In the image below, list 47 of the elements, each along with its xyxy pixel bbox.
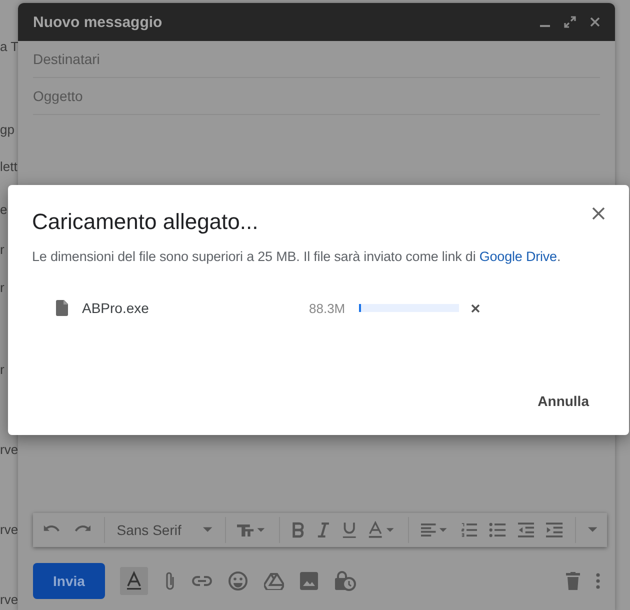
bold-icon[interactable]	[292, 522, 305, 538]
paperclip-icon[interactable]	[164, 571, 176, 591]
more-formatting-icon[interactable]	[588, 527, 597, 533]
italic-icon[interactable]	[316, 522, 330, 538]
send-button[interactable]: Invia	[33, 563, 105, 599]
underline-icon[interactable]	[342, 521, 356, 539]
window-title: Nuovo messaggio	[33, 14, 162, 30]
list-item-text: r	[0, 280, 4, 296]
drive-link[interactable]: Google Drive	[479, 249, 557, 264]
input-field[interactable]: Destinatari	[33, 41, 600, 78]
list-item-text: r	[0, 362, 4, 378]
dialog-title: Caricamento allegato...	[32, 209, 258, 235]
font-dropdown[interactable]: Sans Serif	[116, 522, 182, 538]
text-size-icon[interactable]	[237, 523, 267, 537]
bulleted-list-icon[interactable]	[489, 522, 506, 538]
close-icon[interactable]	[592, 207, 605, 220]
list-item-text: a T	[0, 39, 19, 55]
list-item-text: r	[0, 242, 4, 258]
drive-icon[interactable]	[264, 572, 284, 590]
list-item-text: lett	[0, 159, 18, 175]
emoji-icon[interactable]	[228, 571, 248, 591]
numbered-list-icon[interactable]	[460, 522, 478, 538]
input-field[interactable]: Oggetto	[33, 78, 600, 115]
align-icon[interactable]	[420, 523, 449, 537]
more-options-icon[interactable]	[596, 573, 600, 589]
close-icon[interactable]	[471, 304, 480, 312]
trash-icon[interactable]	[566, 572, 580, 590]
cancel-button[interactable]: Annulla	[522, 393, 605, 409]
caret-icon	[203, 527, 213, 533]
indent-more-icon[interactable]	[546, 522, 563, 538]
file-name: ABPro.exe	[82, 300, 150, 316]
file-icon	[56, 300, 68, 316]
list-item-text: rve	[0, 442, 18, 458]
file-size: 88.3M	[309, 300, 346, 316]
text-color-icon[interactable]	[368, 521, 396, 539]
close-icon[interactable]	[589, 16, 601, 28]
formatting-icon[interactable]	[120, 567, 148, 595]
image-icon[interactable]	[300, 572, 318, 590]
list-item-text: rve	[0, 592, 18, 608]
indent-less-icon[interactable]	[518, 522, 534, 538]
lock-clock-icon[interactable]	[334, 571, 356, 591]
list-item-text: rve	[0, 522, 18, 538]
dialog-message: Le dimensioni del file sono superiori a 25 MB. Il file sarà inviato come link di Google Drive.	[32, 249, 562, 264]
list-item-text: gp	[0, 122, 14, 138]
list-item-text: e	[0, 202, 8, 218]
expand-icon[interactable]	[564, 16, 576, 28]
link-icon[interactable]	[192, 576, 212, 586]
